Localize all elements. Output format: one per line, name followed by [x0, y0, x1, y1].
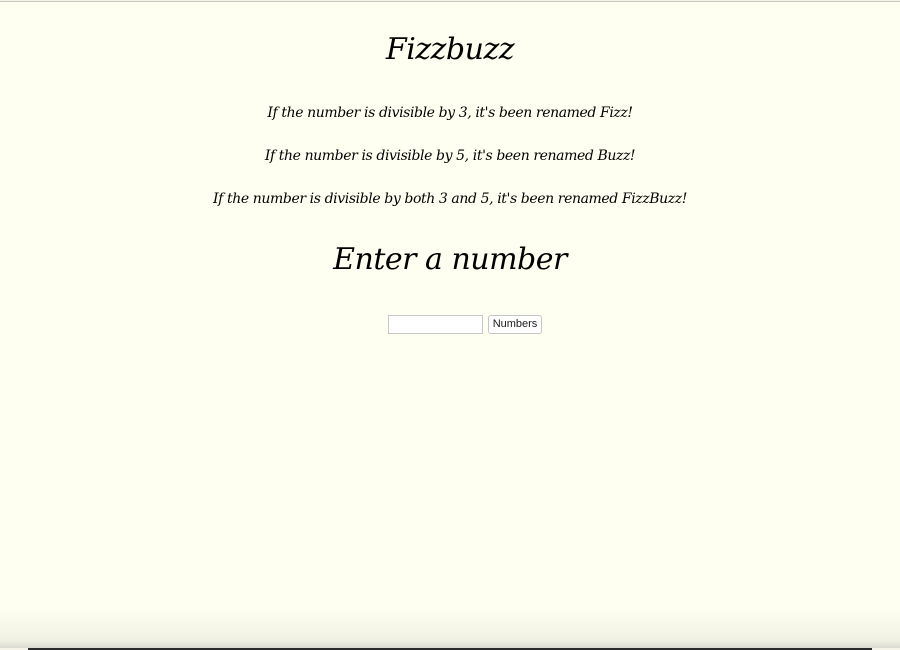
number-input[interactable]: [387, 315, 483, 334]
rule-buzz: If the number is divisible by 5, it's be…: [264, 148, 636, 164]
bottom-shadow: [0, 608, 900, 648]
rule-fizz: If the number is divisible by 3, it's be…: [267, 105, 633, 121]
number-form: Numbers: [0, 315, 900, 334]
rule-fizzbuzz: If the number is divisible by both 3 and…: [213, 191, 687, 207]
form-heading: Enter a number: [333, 242, 567, 277]
numbers-button[interactable]: Numbers: [487, 315, 543, 334]
page-title: Fizzbuzz: [385, 32, 515, 67]
page-body: Fizzbuzz If the number is divisible by 3…: [0, 1, 900, 648]
